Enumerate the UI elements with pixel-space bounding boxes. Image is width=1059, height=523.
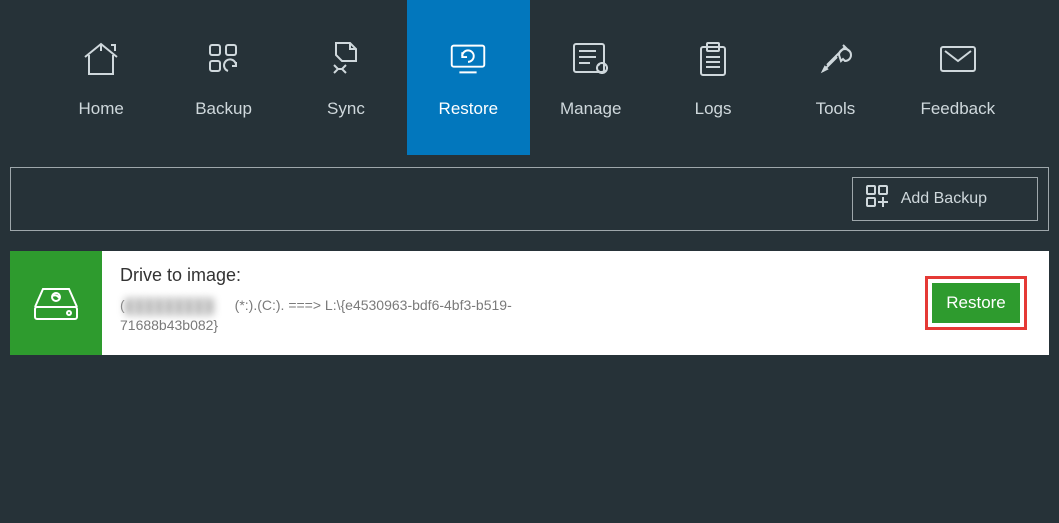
backup-icon (202, 37, 246, 81)
nav-logs-label: Logs (695, 99, 732, 119)
nav-tools-label: Tools (816, 99, 856, 119)
nav-backup[interactable]: Backup (162, 0, 284, 155)
nav-home-label: Home (79, 99, 124, 119)
sync-icon (324, 37, 368, 81)
restore-icon (446, 37, 490, 81)
add-backup-label: Add Backup (901, 190, 987, 208)
nav-logs[interactable]: Logs (652, 0, 774, 155)
nav-sync-label: Sync (327, 99, 365, 119)
nav-manage-label: Manage (560, 99, 621, 119)
top-nav: Home Backup Sync (0, 0, 1059, 155)
backup-entry: Drive to image: (█████████(*:).(C:). ===… (10, 251, 1049, 355)
entry-detail-obscured: █████████ (125, 297, 235, 316)
nav-tools[interactable]: Tools (774, 0, 896, 155)
nav-backup-label: Backup (195, 99, 252, 119)
home-icon (79, 37, 123, 81)
restore-button-highlight: Restore (925, 276, 1027, 330)
tools-icon (813, 37, 857, 81)
entry-detail: (█████████(*:).(C:). ===> L:\{e4530963-b… (120, 296, 540, 335)
nav-feedback[interactable]: Feedback (897, 0, 1019, 155)
nav-home[interactable]: Home (40, 0, 162, 155)
restore-button[interactable]: Restore (932, 283, 1020, 323)
entry-title: Drive to image: (120, 265, 901, 286)
nav-restore-label: Restore (439, 99, 499, 119)
entry-drive-icon (10, 251, 102, 355)
feedback-icon (936, 37, 980, 81)
manage-icon (569, 37, 613, 81)
nav-restore[interactable]: Restore (407, 0, 529, 155)
entry-action: Restore (919, 251, 1049, 355)
add-backup-icon (865, 184, 891, 215)
restore-toolbar: Add Backup (10, 167, 1049, 231)
add-backup-button[interactable]: Add Backup (852, 177, 1038, 221)
nav-manage[interactable]: Manage (530, 0, 652, 155)
nav-sync[interactable]: Sync (285, 0, 407, 155)
logs-icon (691, 37, 735, 81)
nav-feedback-label: Feedback (920, 99, 995, 119)
entry-body: Drive to image: (█████████(*:).(C:). ===… (102, 251, 919, 355)
